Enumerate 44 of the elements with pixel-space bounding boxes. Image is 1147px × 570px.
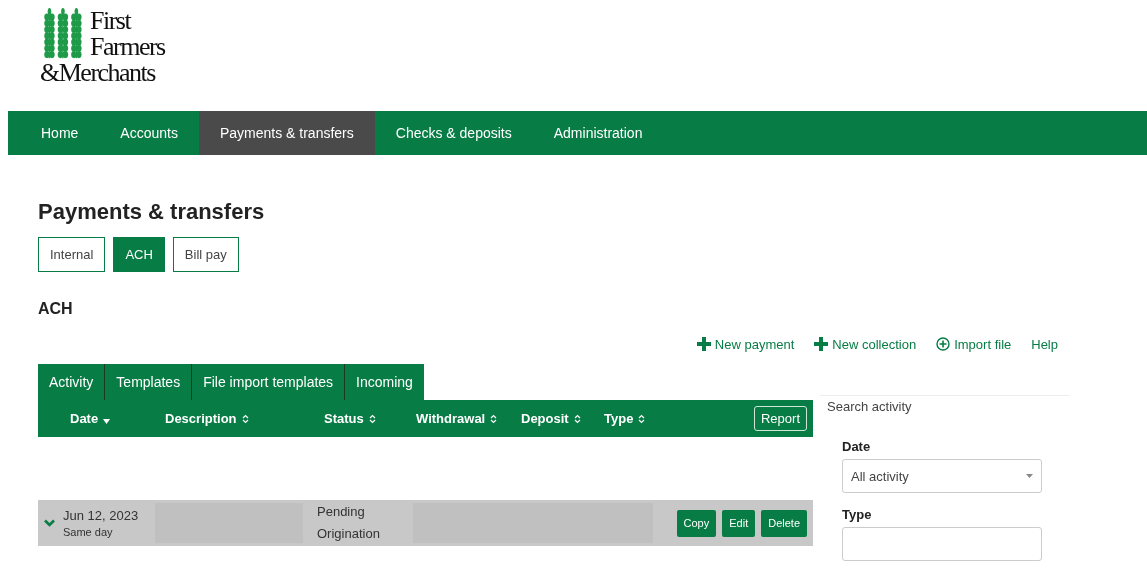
row-action-button[interactable]: Copy [676,509,717,537]
column-header[interactable]: Deposit [521,411,604,426]
row-action-button[interactable]: Edit [722,509,756,537]
filter-label: Type [842,507,873,522]
action-link[interactable]: New collection [814,336,917,352]
logo-text: Farmers [90,34,165,60]
sub-tab[interactable]: ACH [113,237,165,272]
action-link[interactable]: New payment [696,336,795,352]
nav-item[interactable]: Administration [532,111,664,155]
add-circle-icon [936,337,951,351]
sub-tab[interactable]: Internal [38,237,106,272]
table-tab[interactable]: Templates [105,364,193,400]
nav-item[interactable]: Checks & deposits [374,111,533,155]
sub-tab[interactable]: Bill pay [172,237,239,272]
status-text: Pending Origination [316,503,381,543]
filter-select[interactable] [842,527,1042,561]
column-header[interactable]: Type [604,411,664,426]
nav-item[interactable]: Home [20,111,100,155]
column-header[interactable]: Withdrawal [416,411,521,426]
row-action-button[interactable]: Delete [761,509,807,537]
column-header[interactable]: Date [70,411,165,426]
table-tab[interactable]: Activity [38,364,106,400]
action-link[interactable]: Help [1031,336,1058,352]
column-header[interactable]: Status [324,411,416,426]
date-text: Jun 12, 2023 [63,508,140,523]
filter-select[interactable]: All activity [842,459,1042,493]
plus-icon [814,337,829,351]
plus-icon [696,337,711,351]
filter-label: Date [842,439,872,454]
table-tab[interactable]: Incoming [345,364,424,400]
table-tab[interactable]: File import templates [192,364,346,400]
action-link[interactable]: Import file [936,336,1012,352]
page-title: Payments & transfers [38,199,266,225]
nav-item[interactable]: Accounts [99,111,199,155]
chevron-down-icon[interactable] [44,519,55,527]
column-header[interactable]: Description [165,411,324,426]
panel-title: Search activity [827,399,912,414]
speed-text: Same day [63,526,114,538]
logo-text: First [90,8,131,34]
nav-item[interactable]: Payments & transfers [198,111,375,155]
dropdown-caret-icon [1026,474,1033,478]
logo-text: &Merchants [40,60,155,86]
report-button[interactable]: Report [753,406,807,431]
section-title: ACH [38,300,74,318]
